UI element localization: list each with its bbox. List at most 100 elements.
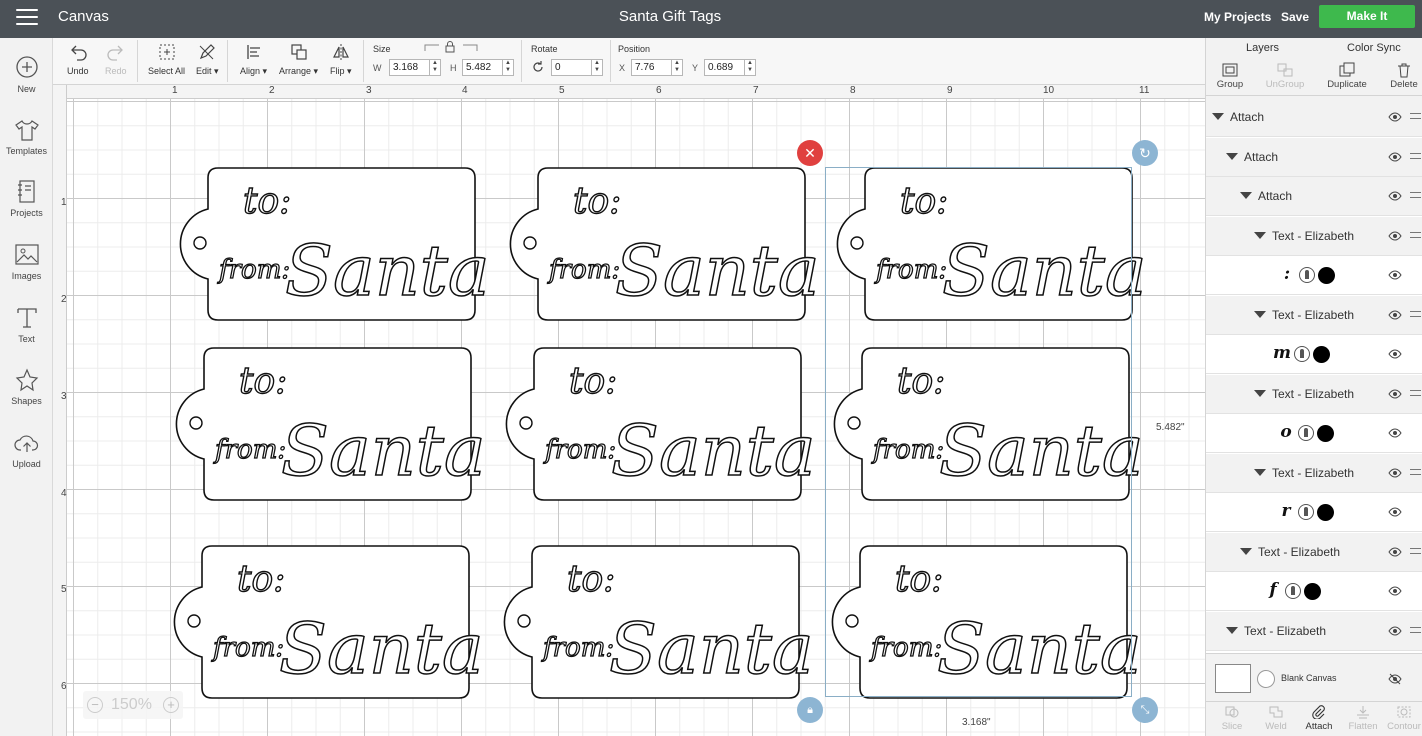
layer-color-swatch[interactable] [1317,425,1334,442]
pen-operation-icon[interactable] [1298,504,1314,520]
edit-dropdown[interactable]: Edit ▾ [196,42,219,77]
pen-operation-icon[interactable] [1285,583,1301,599]
contour-button[interactable]: Contour [1382,705,1422,732]
eye-icon[interactable] [1388,467,1402,479]
height-stepper[interactable]: ▲ ▼ [502,60,513,75]
sidebar-upload[interactable]: Upload [0,431,53,469]
duplicate-button[interactable]: Duplicate [1319,62,1375,90]
canvas-swatch[interactable] [1215,664,1251,693]
save-button[interactable]: Save [1281,10,1309,24]
delete-button[interactable]: Delete [1376,62,1422,90]
flip-dropdown[interactable]: Flip ▾ [330,42,352,77]
my-projects-link[interactable]: My Projects [1204,10,1271,24]
selection-bounding-box[interactable] [825,167,1132,697]
eye-icon[interactable] [1388,111,1402,123]
group-button[interactable]: Group [1202,62,1258,90]
align-dropdown[interactable]: Align ▾ [240,42,267,77]
eye-icon[interactable] [1388,348,1402,360]
eye-icon[interactable] [1388,625,1402,637]
design-canvas[interactable]: 1 2 3 4 5 6 7 8 9 10 11 1 2 3 4 5 6 to: f… [53,85,1205,736]
eye-icon[interactable] [1388,309,1402,321]
layer-color-swatch[interactable] [1318,267,1335,284]
gift-tag[interactable]: to: from: Santa [499,347,816,502]
pen-operation-icon[interactable] [1294,346,1310,362]
sidebar-templates[interactable]: Templates [0,118,53,156]
attach-button[interactable]: Attach [1297,705,1341,732]
weld-button[interactable]: Weld [1254,705,1298,732]
height-input[interactable]: 5.482 ▲ ▼ [462,59,514,76]
width-input[interactable]: 3.168 ▲ ▼ [389,59,441,76]
drag-handle-icon[interactable] [1410,113,1421,119]
redo-button[interactable]: Redo [105,42,127,76]
tab-layers[interactable]: Layers [1246,42,1279,54]
sidebar-new[interactable]: New [0,56,53,94]
delete-handle-icon[interactable]: ✕ [797,140,823,166]
expand-caret-icon[interactable] [1212,113,1224,120]
layer-item-row[interactable]: : [1206,256,1422,295]
layer-group-row[interactable]: Text - Elizabeth [1206,532,1422,572]
layer-item-row[interactable]: m [1206,335,1422,374]
expand-caret-icon[interactable] [1254,231,1266,239]
drag-handle-icon[interactable] [1410,310,1421,317]
gift-tag[interactable]: to: from: Santa [169,347,486,502]
undo-button[interactable]: Undo [67,42,89,76]
y-position-input[interactable]: 0.689 ▲ ▼ [704,59,756,76]
drag-handle-icon[interactable] [1410,152,1421,159]
eye-icon[interactable] [1388,269,1402,281]
expand-caret-icon[interactable] [1226,152,1238,160]
layer-color-swatch[interactable] [1304,583,1321,600]
ungroup-button[interactable]: UnGroup [1257,62,1313,90]
lock-handle-icon[interactable]: 🔒︎ [797,697,823,723]
layer-item-row[interactable]: f [1206,572,1422,611]
width-stepper[interactable]: ▲ ▼ [429,60,440,75]
rotate-handle-icon[interactable]: ↻ [1132,140,1158,166]
eye-hidden-icon[interactable] [1388,673,1402,685]
layer-item-row[interactable]: r [1206,493,1422,532]
drag-handle-icon[interactable] [1410,389,1421,396]
flatten-button[interactable]: Flatten [1341,705,1385,732]
layer-group-row[interactable]: Text - Elizabeth [1206,611,1422,651]
arrange-dropdown[interactable]: Arrange ▾ [279,42,318,77]
expand-caret-icon[interactable] [1254,310,1266,318]
layer-color-swatch[interactable] [1313,346,1330,363]
gift-tag[interactable]: to: from: Santa [497,545,814,700]
slice-button[interactable]: Slice [1210,705,1254,732]
sidebar-images[interactable]: Images [0,243,53,281]
resize-handle-icon[interactable]: ⤡ [1132,697,1158,723]
zoom-out-button[interactable]: − [87,697,103,713]
layer-item-row[interactable]: o [1206,414,1422,453]
expand-caret-icon[interactable] [1226,626,1238,634]
layer-group-row[interactable]: Attach [1206,98,1422,137]
lock-aspect-icon[interactable] [423,41,479,53]
sidebar-text[interactable]: Text [0,306,53,344]
x-position-input[interactable]: 7.76 ▲ ▼ [631,59,683,76]
layer-group-row[interactable]: Text - Elizabeth [1206,295,1422,335]
rotate-input[interactable]: 0 ▲ ▼ [551,59,603,76]
expand-caret-icon[interactable] [1254,389,1266,397]
canvas-color-picker[interactable] [1257,670,1275,688]
expand-caret-icon[interactable] [1240,547,1252,555]
drag-handle-icon[interactable] [1410,626,1421,633]
eye-icon[interactable] [1388,506,1402,518]
gift-tag[interactable]: to: from: Santa [503,167,820,322]
eye-icon[interactable] [1388,230,1402,242]
drag-handle-icon[interactable] [1410,468,1421,475]
sidebar-shapes[interactable]: Shapes [0,368,53,406]
gift-tag[interactable]: to: from: Santa [167,545,484,700]
hamburger-menu-icon[interactable] [16,9,38,27]
eye-icon[interactable] [1388,585,1402,597]
zoom-in-button[interactable]: + [163,697,179,713]
make-it-button[interactable]: Make It [1319,5,1415,28]
eye-icon[interactable] [1388,546,1402,558]
gift-tag[interactable]: to: from: Santa [173,167,490,322]
tab-color-sync[interactable]: Color Sync [1347,42,1401,54]
y-stepper[interactable]: ▲ ▼ [744,60,755,75]
x-stepper[interactable]: ▲ ▼ [671,60,682,75]
eye-icon[interactable] [1388,427,1402,439]
drag-handle-icon[interactable] [1410,192,1421,198]
drag-handle-icon[interactable] [1410,547,1421,554]
layer-group-row[interactable]: Attach [1206,177,1422,216]
layer-group-row[interactable]: Attach [1206,137,1422,177]
layer-color-swatch[interactable] [1317,504,1334,521]
sidebar-projects[interactable]: Projects [0,180,53,218]
